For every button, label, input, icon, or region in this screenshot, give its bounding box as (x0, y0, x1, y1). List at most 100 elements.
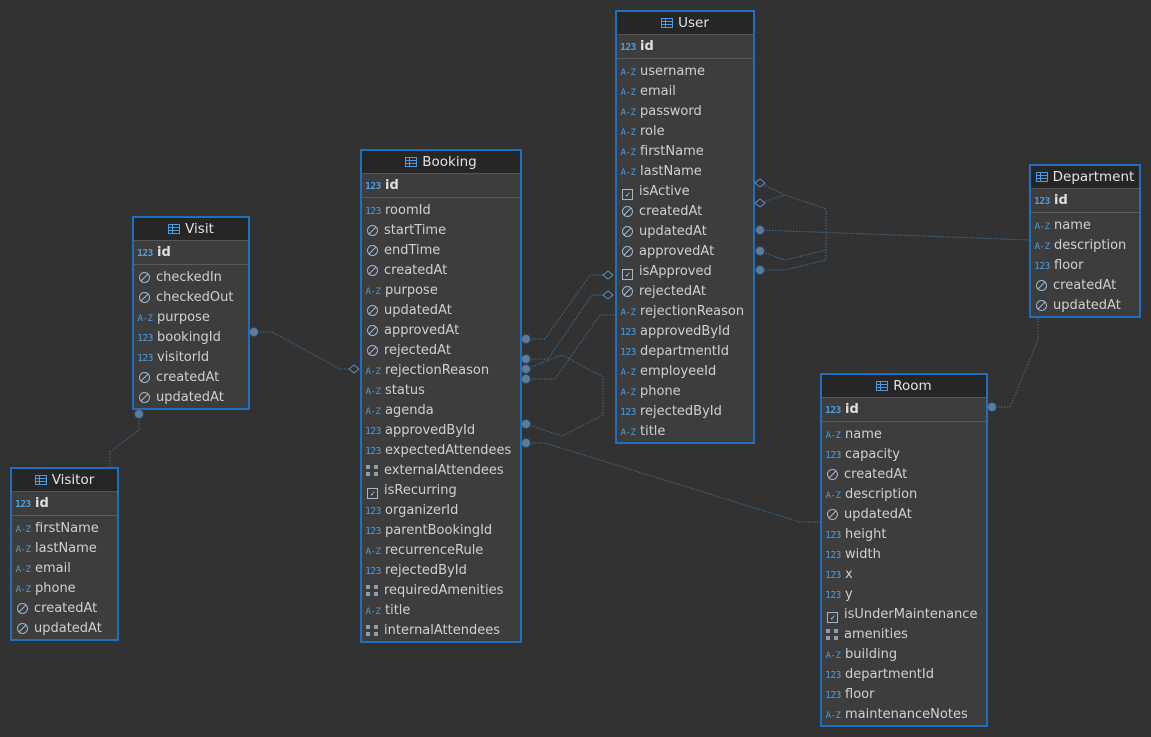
primary-key-row[interactable]: 123 id (12, 492, 117, 516)
field-row[interactable]: 123 approvedById (617, 322, 753, 342)
field-row[interactable]: rejectedAt (362, 341, 520, 361)
field-row[interactable]: updatedAt (822, 505, 986, 525)
field-row[interactable]: 123 roomId (362, 201, 520, 221)
field-row[interactable]: A-Z agenda (362, 401, 520, 421)
primary-key-row[interactable]: 123 id (134, 241, 248, 265)
field-row[interactable]: 123 departmentId (617, 342, 753, 362)
field-row[interactable]: amenities (822, 625, 986, 645)
field-name: endTime (384, 243, 441, 258)
field-row[interactable]: A-Z lastName (12, 539, 117, 559)
field-row[interactable]: A-Z rejectionReason (617, 302, 753, 322)
text-type-icon: A-Z (15, 525, 31, 535)
field-row[interactable]: rejectedAt (617, 282, 753, 302)
field-row[interactable]: externalAttendees (362, 461, 520, 481)
field-row[interactable]: checkedOut (134, 288, 248, 308)
field-row[interactable]: A-Z firstName (617, 142, 753, 162)
field-row[interactable]: startTime (362, 221, 520, 241)
primary-key-row[interactable]: 123 id (362, 174, 520, 198)
number-type-icon: 123 (620, 407, 636, 418)
field-row[interactable]: ✓ isApproved (617, 262, 753, 282)
field-row[interactable]: 123 visitorId (134, 348, 248, 368)
entity-header[interactable]: Department (1031, 166, 1139, 189)
field-row[interactable]: A-Z username (617, 62, 753, 82)
text-type-icon: A-Z (825, 711, 841, 721)
entity-header[interactable]: Visitor (12, 469, 117, 492)
field-row[interactable]: updatedAt (362, 301, 520, 321)
field-row[interactable]: 123 departmentId (822, 665, 986, 685)
field-row[interactable]: A-Z name (822, 425, 986, 445)
field-row[interactable]: createdAt (134, 368, 248, 388)
entity-header[interactable]: Booking (362, 151, 520, 174)
field-row[interactable]: A-Z building (822, 645, 986, 665)
field-row[interactable]: internalAttendees (362, 621, 520, 641)
field-row[interactable]: 123 x (822, 565, 986, 585)
field-row[interactable]: A-Z role (617, 122, 753, 142)
field-row[interactable]: 123 width (822, 545, 986, 565)
field-row[interactable]: A-Z purpose (134, 308, 248, 328)
primary-key-row[interactable]: 123 id (822, 398, 986, 422)
field-row[interactable]: updatedAt (12, 619, 117, 639)
field-row[interactable]: createdAt (617, 202, 753, 222)
field-row[interactable]: 123 y (822, 585, 986, 605)
field-row[interactable]: A-Z employeeId (617, 362, 753, 382)
field-name: y (845, 587, 853, 602)
field-row[interactable]: endTime (362, 241, 520, 261)
field-row[interactable]: 123 rejectedById (362, 561, 520, 581)
entity-visitor[interactable]: Visitor 123 id A-Z firstName A-Z lastName A-Z em… (10, 467, 119, 641)
field-row[interactable]: ✓ isActive (617, 182, 753, 202)
field-row[interactable]: approvedAt (362, 321, 520, 341)
field-row[interactable]: 123 approvedById (362, 421, 520, 441)
field-row[interactable]: ✓ isUnderMaintenance (822, 605, 986, 625)
field-row[interactable]: createdAt (362, 261, 520, 281)
field-row[interactable]: A-Z rejectionReason (362, 361, 520, 381)
field-row[interactable]: 123 floor (822, 685, 986, 705)
field-row[interactable]: A-Z title (362, 601, 520, 621)
entity-visit[interactable]: Visit 123 id checkedIn checkedOut A-Z purpose 1… (132, 216, 250, 410)
field-row[interactable]: A-Z phone (12, 579, 117, 599)
field-row[interactable]: 123 parentBookingId (362, 521, 520, 541)
field-row[interactable]: approvedAt (617, 242, 753, 262)
field-row[interactable]: createdAt (1031, 276, 1139, 296)
field-row[interactable]: 123 capacity (822, 445, 986, 465)
field-row[interactable]: ✓ isRecurring (362, 481, 520, 501)
entity-department[interactable]: Department 123 id A-Z name A-Z description 123 f… (1029, 164, 1141, 318)
field-row[interactable]: A-Z email (617, 82, 753, 102)
field-row[interactable]: A-Z email (12, 559, 117, 579)
field-row[interactable]: updatedAt (1031, 296, 1139, 316)
field-row[interactable]: A-Z password (617, 102, 753, 122)
entity-user[interactable]: User 123 id A-Z username A-Z email A-Z password A… (615, 10, 755, 444)
field-row[interactable]: A-Z maintenanceNotes (822, 705, 986, 725)
field-row[interactable]: A-Z status (362, 381, 520, 401)
number-type-icon: 123 (365, 566, 381, 577)
field-row[interactable]: A-Z recurrenceRule (362, 541, 520, 561)
entity-header[interactable]: Room (822, 375, 986, 398)
field-row[interactable]: A-Z firstName (12, 519, 117, 539)
field-row[interactable]: 123 rejectedById (617, 402, 753, 422)
primary-key-row[interactable]: 123 id (1031, 189, 1139, 213)
entity-booking[interactable]: Booking 123 id 123 roomId startTime endTime cre… (360, 149, 522, 643)
field-row[interactable]: checkedIn (134, 268, 248, 288)
number-type-icon: 123 (825, 570, 841, 581)
field-row[interactable]: 123 bookingId (134, 328, 248, 348)
entity-header[interactable]: Visit (134, 218, 248, 241)
field-row[interactable]: A-Z phone (617, 382, 753, 402)
primary-key-row[interactable]: 123 id (617, 35, 753, 59)
field-name: rejectedAt (384, 343, 451, 358)
field-row[interactable]: A-Z title (617, 422, 753, 442)
field-row[interactable]: 123 floor (1031, 256, 1139, 276)
field-row[interactable]: 123 organizerId (362, 501, 520, 521)
field-row[interactable]: A-Z description (1031, 236, 1139, 256)
field-row[interactable]: A-Z name (1031, 216, 1139, 236)
field-row[interactable]: requiredAmenities (362, 581, 520, 601)
field-row[interactable]: A-Z purpose (362, 281, 520, 301)
field-row[interactable]: updatedAt (617, 222, 753, 242)
entity-header[interactable]: User (617, 12, 753, 35)
field-row[interactable]: createdAt (822, 465, 986, 485)
field-row[interactable]: 123 expectedAttendees (362, 441, 520, 461)
field-row[interactable]: createdAt (12, 599, 117, 619)
field-row[interactable]: 123 height (822, 525, 986, 545)
field-row[interactable]: updatedAt (134, 388, 248, 408)
field-row[interactable]: A-Z lastName (617, 162, 753, 182)
field-row[interactable]: A-Z description (822, 485, 986, 505)
entity-room[interactable]: Room 123 id A-Z name 123 capacity createdAt A-Z d… (820, 373, 988, 727)
